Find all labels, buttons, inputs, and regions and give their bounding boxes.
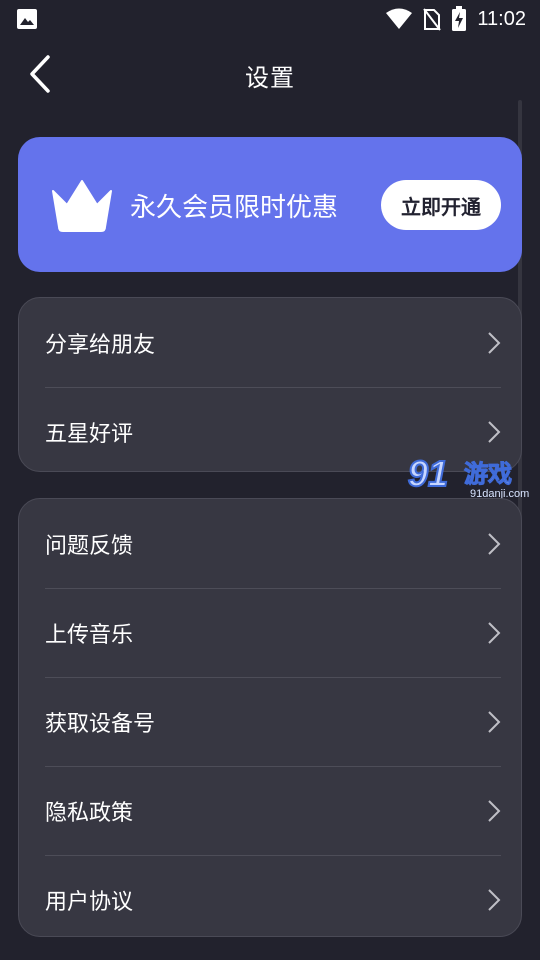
status-time: 11:02 (477, 7, 526, 30)
header: 设置 (0, 38, 540, 114)
chevron-right-icon (487, 710, 501, 734)
settings-item-user-agreement[interactable]: 用户协议 (45, 855, 501, 944)
status-bar: 11:02 (0, 0, 540, 38)
settings-item-upload-music[interactable]: 上传音乐 (45, 588, 501, 677)
chevron-right-icon (487, 888, 501, 912)
vip-promo-text: 永久会员限时优惠 (130, 193, 339, 223)
chevron-right-icon (487, 621, 501, 645)
settings-item-label: 用户协议 (45, 890, 134, 915)
settings-item-label: 获取设备号 (45, 712, 156, 737)
status-right: 11:02 (385, 6, 526, 32)
settings-item-label: 五星好评 (45, 422, 134, 447)
settings-group-support: 问题反馈 上传音乐 获取设备号 隐私政策 用户协议 (18, 498, 522, 937)
settings-item-feedback[interactable]: 问题反馈 (45, 499, 501, 588)
settings-item-privacy[interactable]: 隐私政策 (45, 766, 501, 855)
settings-item-label: 隐私政策 (45, 801, 134, 826)
settings-group-share: 分享给朋友 五星好评 (18, 297, 522, 472)
page-title: 设置 (245, 64, 295, 92)
settings-item-share[interactable]: 分享给朋友 (45, 298, 501, 387)
svg-text:91: 91 (408, 453, 448, 494)
vip-banner[interactable]: 永久会员限时优惠 立即开通 (18, 137, 522, 272)
settings-item-device-id[interactable]: 获取设备号 (45, 677, 501, 766)
wifi-icon (385, 8, 413, 30)
chevron-right-icon (487, 799, 501, 823)
settings-item-label: 分享给朋友 (45, 332, 156, 358)
image-icon (16, 8, 38, 30)
no-sim-icon (423, 7, 442, 31)
chevron-right-icon (487, 331, 501, 355)
watermark-logo: 91 游戏 91danji.com (406, 452, 540, 504)
settings-item-label: 上传音乐 (45, 623, 134, 648)
settings-item-label: 问题反馈 (45, 533, 134, 559)
battery-charging-icon (451, 6, 467, 32)
chevron-right-icon (487, 420, 501, 444)
svg-text:游戏: 游戏 (464, 460, 512, 488)
chevron-right-icon (487, 532, 501, 556)
crown-icon (50, 177, 114, 237)
activate-vip-button[interactable]: 立即开通 (381, 180, 501, 230)
status-left (16, 8, 38, 30)
